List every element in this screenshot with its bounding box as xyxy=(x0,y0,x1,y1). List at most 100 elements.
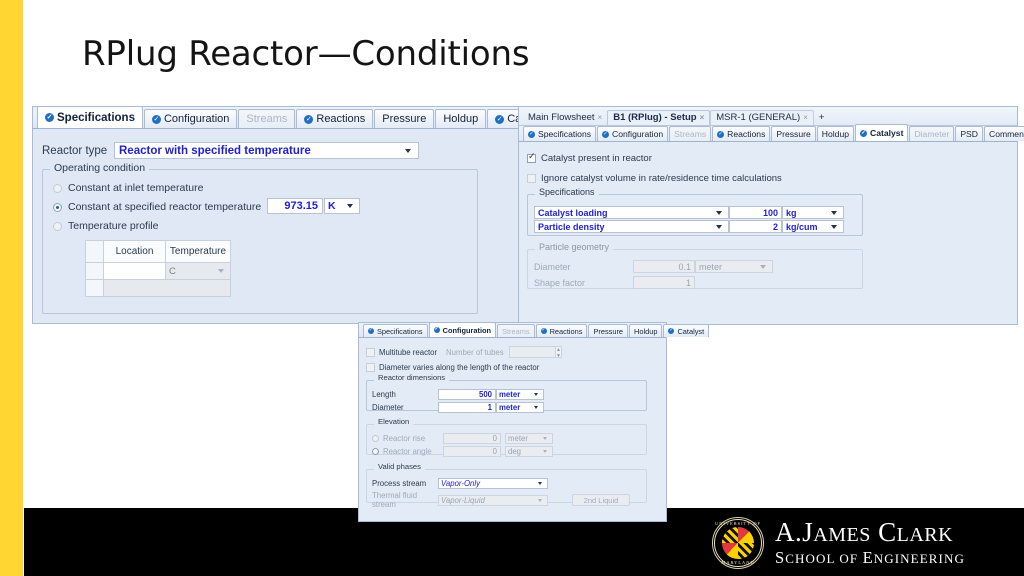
checkbox-ignore-catalyst-volume[interactable] xyxy=(527,174,536,183)
logo-s: S xyxy=(775,548,786,568)
particle-diameter-units: meter xyxy=(699,261,723,272)
tab-pressure[interactable]: Pressure xyxy=(771,126,816,141)
left-accent-bar xyxy=(0,0,23,576)
chevron-down-icon xyxy=(405,148,411,153)
window-tab-main-flowsheet[interactable]: Main Flowsheet × xyxy=(523,111,607,125)
chevron-down-icon xyxy=(218,269,224,273)
university-seal-icon: UNIVERSITY OF MARYLAND xyxy=(712,517,764,569)
process-stream-value: Vapor-Only xyxy=(441,479,481,488)
particle-geometry-legend: Particle geometry xyxy=(535,242,614,252)
maryland-flag-icon xyxy=(722,527,754,559)
tab-catalyst[interactable]: ✓ Catalyst xyxy=(663,324,710,337)
particle-density-value-input[interactable]: 2 xyxy=(729,220,782,233)
particle-density-units-dropdown[interactable]: kg/cum xyxy=(782,220,844,233)
close-icon[interactable]: × xyxy=(700,113,705,122)
tab-specifications[interactable]: ✓ Specifications xyxy=(37,106,143,128)
reactor-diameter-units-dropdown[interactable]: meter xyxy=(496,402,544,413)
particle-density-dropdown[interactable]: Particle density xyxy=(534,220,729,233)
thermal-fluid-stream-value: Vapor-Liquid xyxy=(441,495,485,505)
tab-specifications[interactable]: ✓ Specifications xyxy=(363,324,428,337)
number-of-tubes-stepper[interactable]: ▲ ▼ xyxy=(555,346,562,359)
checkbox-multitube-reactor-label: Multitube reactor xyxy=(379,348,438,357)
tab-label: PSD xyxy=(960,129,978,139)
chevron-down-icon xyxy=(534,406,538,409)
reactor-type-dropdown[interactable]: Reactor with specified temperature xyxy=(114,142,419,159)
checkbox-catalyst-present-label: Catalyst present in reactor xyxy=(541,153,652,164)
rplug-configuration-panel: ✓ Specifications ✓ Configuration Streams… xyxy=(358,322,710,522)
reactor-temperature-input[interactable]: 973.15 xyxy=(267,198,323,214)
tab-label: Pressure xyxy=(593,326,624,336)
radio-reactor-angle[interactable] xyxy=(372,448,379,455)
tab-pressure[interactable]: Pressure xyxy=(588,324,629,337)
option-inlet-label: Constant at inlet temperature xyxy=(68,182,204,194)
configuration-tabstrip: ✓ Specifications ✓ Configuration Streams… xyxy=(359,322,710,338)
shape-factor-label: Shape factor xyxy=(534,277,586,288)
reactor-diameter-input[interactable]: 1 xyxy=(438,402,496,413)
reactor-length-units-dropdown[interactable]: meter xyxy=(496,389,544,400)
reactor-angle-label: Reactor angle xyxy=(383,447,432,456)
number-of-tubes-input[interactable] xyxy=(509,346,561,358)
tab-label: Diameter xyxy=(914,129,950,139)
tab-configuration[interactable]: ✓ Configuration xyxy=(597,126,669,141)
catalyst-loading-dropdown[interactable]: Catalyst loading xyxy=(534,206,729,219)
tab-label: Specifications xyxy=(538,129,592,139)
process-stream-label: Process stream xyxy=(372,479,427,488)
tab-configuration[interactable]: ✓ Configuration xyxy=(428,322,497,337)
table-row-selector[interactable] xyxy=(86,280,104,296)
blue-check-icon: ✓ xyxy=(540,327,547,334)
table-row-selector[interactable] xyxy=(86,263,104,279)
close-icon[interactable]: × xyxy=(803,113,808,122)
reactor-type-value: Reactor with specified temperature xyxy=(119,144,311,157)
catalyst-tabstrip: ✓ Specifications ✓ Configuration Streams… xyxy=(519,124,1024,142)
table-cell-location[interactable] xyxy=(104,263,166,279)
page-title: RPlug Reactor—Conditions xyxy=(82,34,530,74)
checkbox-multitube-reactor[interactable] xyxy=(366,348,375,357)
tab-holdup[interactable]: Holdup xyxy=(816,126,854,141)
stepper-down-icon[interactable]: ▼ xyxy=(556,353,561,359)
checkbox-catalyst-present[interactable] xyxy=(527,151,536,163)
tab-configuration[interactable]: ✓ Configuration xyxy=(143,109,238,128)
window-tab-msr-1-general[interactable]: MSR-1 (GENERAL) × xyxy=(710,110,814,125)
catalyst-loading-value-input[interactable]: 100 xyxy=(729,206,782,219)
checkbox-diameter-varies[interactable] xyxy=(366,363,375,372)
tab-reactions[interactable]: ✓ Reactions xyxy=(535,324,588,337)
radio-temperature-profile[interactable] xyxy=(53,221,62,231)
operating-condition-legend: Operating condition xyxy=(50,162,150,174)
tab-holdup[interactable]: Holdup xyxy=(629,324,663,337)
tab-reactions[interactable]: ✓ Reactions xyxy=(296,109,374,128)
temperature-units-dropdown[interactable]: K xyxy=(324,198,360,214)
temperature-units-value: K xyxy=(328,200,336,212)
reactor-angle-units-dropdown: deg xyxy=(505,446,553,457)
new-tab-button[interactable]: + xyxy=(814,111,830,125)
catalyst-loading-units-dropdown[interactable]: kg xyxy=(782,206,844,219)
tab-label: Streams xyxy=(246,113,288,125)
thermal-fluid-stream-label: Thermal fluid stream xyxy=(372,491,418,509)
option-profile-label: Temperature profile xyxy=(68,220,159,232)
blue-check-icon: ✓ xyxy=(528,130,535,138)
tab-holdup[interactable]: Holdup xyxy=(435,109,487,128)
tab-specifications[interactable]: ✓ Specifications xyxy=(523,126,597,141)
radio-constant-inlet[interactable] xyxy=(53,183,62,193)
blue-check-icon: ✓ xyxy=(602,130,610,138)
process-stream-dropdown[interactable]: Vapor-Only xyxy=(438,478,548,489)
seal-bottom-text: MARYLAND xyxy=(721,560,755,565)
option-specified-label: Constant at specified reactor temperatur… xyxy=(68,201,262,213)
tab-reactions[interactable]: ✓ Reactions xyxy=(712,126,771,141)
temperature-profile-table[interactable]: Location Temperature C xyxy=(85,240,231,297)
chevron-down-icon xyxy=(543,437,547,440)
tab-psd[interactable]: PSD xyxy=(955,126,983,141)
tab-pressure[interactable]: Pressure xyxy=(374,109,435,128)
tab-catalyst[interactable]: ✓ Catalyst xyxy=(855,124,909,141)
reactor-length-input[interactable]: 500 xyxy=(438,389,496,400)
radio-reactor-rise[interactable] xyxy=(372,435,379,442)
reactor-angle-value: 0 xyxy=(492,447,497,456)
length-label: Length xyxy=(372,390,396,399)
table-cell-temperature-units[interactable]: C xyxy=(166,263,230,279)
chevron-down-icon xyxy=(538,498,542,502)
tab-comments[interactable]: Comments xyxy=(983,126,1024,141)
logo-line-2: SCHOOL OF ENGINEERING xyxy=(775,550,965,567)
window-tab-b1-rplug-setup[interactable]: B1 (RPlug) - Setup × xyxy=(607,110,711,125)
chevron-down-icon xyxy=(760,264,766,269)
close-icon[interactable]: × xyxy=(598,113,603,122)
radio-constant-specified[interactable] xyxy=(53,202,62,212)
